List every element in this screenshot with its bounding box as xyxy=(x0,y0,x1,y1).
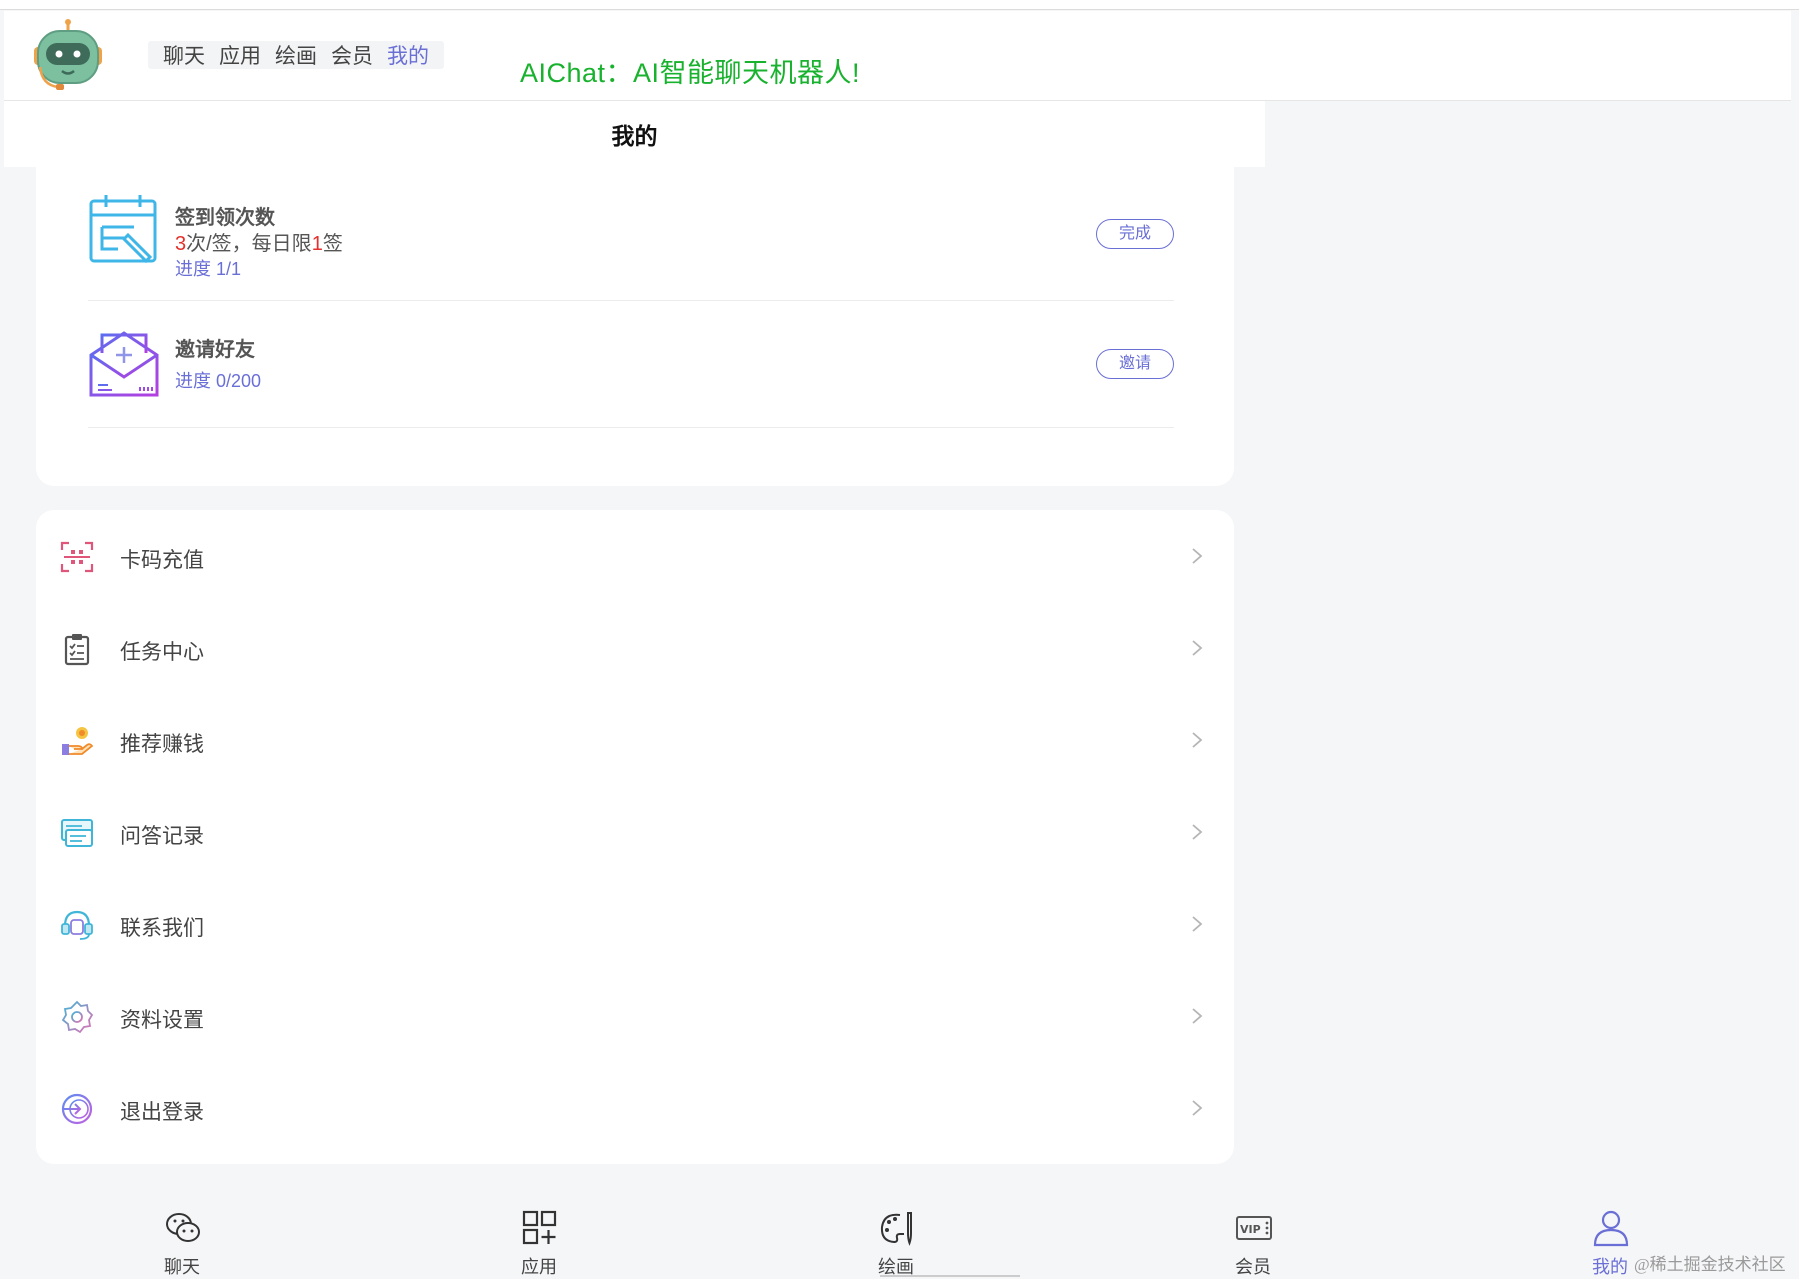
palette-icon xyxy=(880,1212,912,1246)
task-title: 邀请好友 xyxy=(175,339,255,361)
nav-apps[interactable]: 应用 xyxy=(219,40,261,70)
menu-item-profile-settings[interactable]: 资料设置 xyxy=(36,970,1234,1062)
records-icon xyxy=(61,819,93,847)
tab-label: 会员 xyxy=(1235,1257,1271,1277)
nav-draw[interactable]: 绘画 xyxy=(275,40,317,70)
apps-grid-icon xyxy=(522,1210,557,1245)
user-icon xyxy=(1593,1210,1629,1247)
tab-vip[interactable]: VIP 会员 xyxy=(1193,1197,1313,1277)
vip-card-icon: VIP xyxy=(1236,1216,1272,1240)
menu-item-logout[interactable]: 退出登录 xyxy=(36,1062,1234,1154)
chevron-right-icon xyxy=(1192,824,1203,840)
sign-desc-mid: 次/签，每日限 xyxy=(186,233,312,255)
menu-item-task-center[interactable]: 任务中心 xyxy=(36,602,1234,694)
gear-icon xyxy=(61,1000,94,1034)
sign-desc-end: 签 xyxy=(322,233,343,255)
menu-label: 联系我们 xyxy=(120,917,204,940)
chevron-right-icon xyxy=(1192,640,1203,656)
wechat-chat-icon xyxy=(166,1213,200,1242)
browser-top-edge xyxy=(0,0,1799,10)
logout-icon xyxy=(61,1093,93,1125)
chevron-right-icon xyxy=(1192,916,1203,932)
invite-button[interactable]: 邀请 xyxy=(1096,349,1174,379)
menu-item-contact-us[interactable]: 联系我们 xyxy=(36,878,1234,970)
calendar-sign-icon xyxy=(89,195,157,264)
robot-logo-icon[interactable] xyxy=(28,17,108,97)
task-progress: 进度 1/1 xyxy=(175,259,242,279)
menu-label: 任务中心 xyxy=(120,641,204,664)
bottom-tab-bar: 聊天 应用 绘画 VIP 会员 我的 xyxy=(0,1197,1799,1277)
nav-mine[interactable]: 我的 xyxy=(387,40,429,70)
page-title-bar: 我的 xyxy=(4,101,1265,167)
chevron-right-icon xyxy=(1192,1100,1203,1116)
menu-label: 问答记录 xyxy=(120,825,204,848)
tab-apps[interactable]: 应用 xyxy=(479,1197,599,1277)
clipboard-icon xyxy=(64,634,90,666)
headset-icon xyxy=(61,910,93,940)
complete-button[interactable]: 完成 xyxy=(1096,219,1174,249)
task-title: 签到领次数 xyxy=(175,207,275,229)
task-progress: 进度 0/200 xyxy=(175,371,262,391)
chevron-right-icon xyxy=(1192,548,1203,564)
menu-item-referral[interactable]: 推荐赚钱 xyxy=(36,694,1234,786)
menu-card: 卡码充值 任务中心 推荐赚钱 问答记录 联系我们 资料设置 退出登录 xyxy=(36,510,1234,1164)
header-slogan: AIChat：AI智能聊天机器人! xyxy=(520,58,861,88)
task-desc: 3次/签，每日限1签 xyxy=(175,227,343,256)
chevron-right-icon xyxy=(1192,1008,1203,1024)
tab-chat[interactable]: 聊天 xyxy=(122,1197,242,1277)
tasks-card: 签到领次数 3次/签，每日限1签 进度 1/1 完成 邀请好友 进度 0/200… xyxy=(36,167,1234,486)
scan-code-icon xyxy=(60,541,94,573)
app-header: 聊天 应用 绘画 会员 我的 AIChat：AI智能聊天机器人! xyxy=(4,11,1791,101)
nav-chat[interactable]: 聊天 xyxy=(163,40,205,70)
watermark: @稀土掘金技术社区 xyxy=(1634,1255,1786,1274)
menu-label: 资料设置 xyxy=(120,1009,204,1032)
task-sign-in: 签到领次数 3次/签，每日限1签 进度 1/1 完成 xyxy=(88,167,1174,301)
tab-label: 应用 xyxy=(521,1257,557,1277)
tab-label: 聊天 xyxy=(164,1257,200,1277)
top-nav: 聊天 应用 绘画 会员 我的 xyxy=(148,41,444,69)
chevron-right-icon xyxy=(1192,732,1203,748)
sign-count: 3 xyxy=(175,233,187,255)
page-title: 我的 xyxy=(611,123,658,149)
sign-limit: 1 xyxy=(311,233,323,255)
tab-draw[interactable]: 绘画 xyxy=(836,1197,956,1277)
hand-coin-icon xyxy=(62,727,94,755)
nav-vip[interactable]: 会员 xyxy=(331,40,373,70)
task-invite: 邀请好友 进度 0/200 邀请 xyxy=(88,301,1174,428)
menu-label: 推荐赚钱 xyxy=(120,733,204,756)
menu-label: 退出登录 xyxy=(120,1101,204,1124)
svg-text:VIP: VIP xyxy=(1240,1223,1261,1236)
menu-item-card-recharge[interactable]: 卡码充值 xyxy=(36,510,1234,602)
menu-label: 卡码充值 xyxy=(120,549,204,572)
menu-item-qa-records[interactable]: 问答记录 xyxy=(36,786,1234,878)
invite-envelope-icon xyxy=(89,331,159,397)
